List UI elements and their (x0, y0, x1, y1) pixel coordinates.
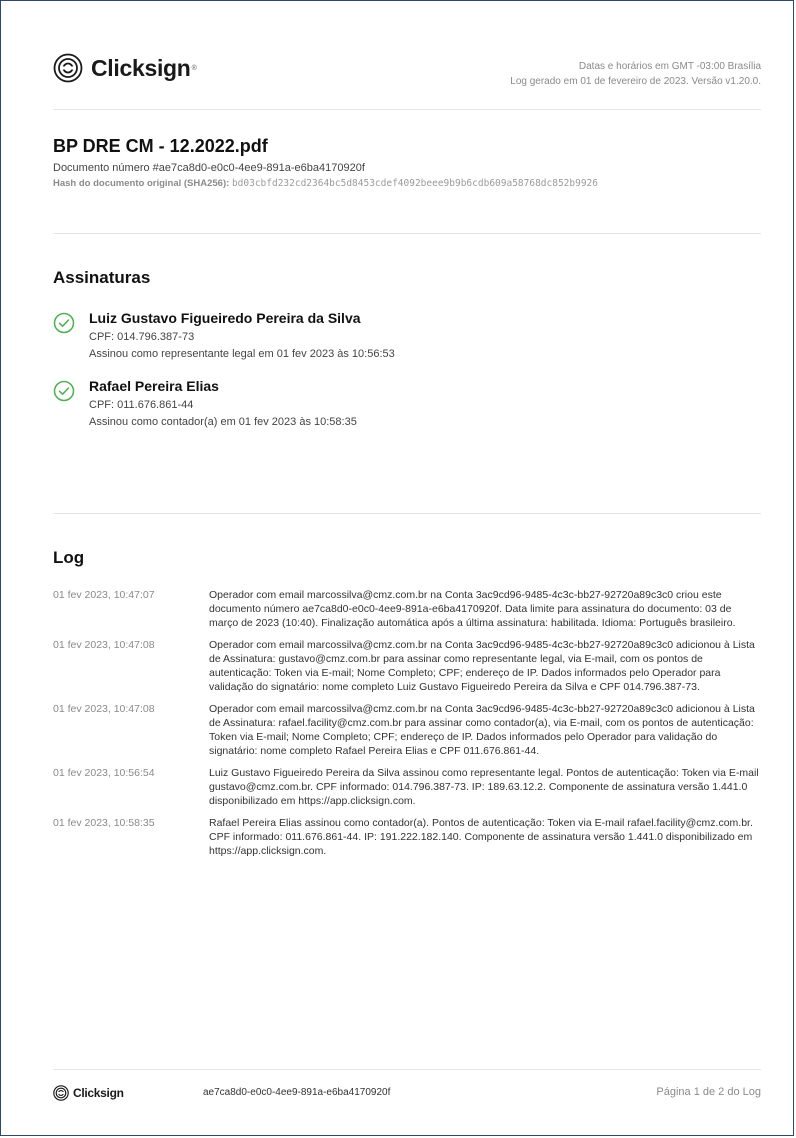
log-description: Operador com email marcossilva@cmz.com.b… (209, 703, 755, 757)
log-entry: 01 fev 2023, 10:47:07 Operador com email… (53, 588, 761, 630)
log-description: Operador com email marcossilva@cmz.com.b… (209, 639, 755, 693)
page-content: Clicksign ® Datas e horários em GMT -03:0… (53, 51, 761, 866)
clicksign-logo-icon (53, 53, 83, 83)
brand-name: Clicksign (91, 54, 191, 81)
check-circle-icon (53, 380, 75, 402)
page-number: Página 1 de 2 do Log (656, 1086, 761, 1098)
log-page: Clicksign ® Datas e horários em GMT -03:0… (0, 0, 794, 1136)
log-section: Log 01 fev 2023, 10:47:07 Operador com e… (53, 514, 761, 858)
document-info: BP DRE CM - 12.2022.pdf Documento número… (53, 110, 761, 234)
signer-signed-info: Assinou como contador(a) em 01 fev 2023 … (89, 416, 357, 428)
signatures-section: Assinaturas Luiz Gustavo Figueiredo Pere… (53, 234, 761, 514)
signer-signed-info: Assinou como representante legal em 01 f… (89, 348, 395, 360)
signer-name: Rafael Pereira Elias (89, 378, 219, 394)
hash-value: bd03cbfd232cd2364bc5d8453cdef4092beee9b9… (231, 178, 598, 189)
log-description: Luiz Gustavo Figueiredo Pereira da Silva… (209, 767, 759, 807)
document-title: BP DRE CM - 12.2022.pdf (53, 136, 268, 156)
footer-brand-name: Clicksign (73, 1086, 124, 1100)
footer-logo: Clicksign (53, 1085, 124, 1101)
signatures-title: Assinaturas (53, 268, 151, 287)
log-entry: 01 fev 2023, 10:56:54 Luiz Gustavo Figue… (53, 766, 761, 808)
log-entry: 01 fev 2023, 10:58:35 Rafael Pereira Eli… (53, 816, 761, 858)
check-circle-icon (53, 312, 75, 334)
footer-document-hash: ae7ca8d0-e0c0-4ee9-891a-e6ba4170920f (203, 1087, 391, 1098)
hash-label: Hash do documento original (SHA256): (53, 178, 230, 189)
header-meta: Datas e horários em GMT -03:00 Brasília … (510, 59, 761, 89)
clicksign-logo-icon (53, 1085, 69, 1101)
signature-item: Rafael Pereira Elias CPF: 011.676.861-44… (53, 378, 761, 428)
log-description: Rafael Pereira Elias assinou como contad… (209, 817, 753, 857)
timezone-note: Datas e horários em GMT -03:00 Brasília (578, 61, 761, 72)
page-footer: Clicksign ae7ca8d0-e0c0-4ee9-891a-e6ba41… (53, 1069, 761, 1110)
signer-cpf: CPF: 011.676.861-44 (89, 399, 194, 411)
signature-item: Luiz Gustavo Figueiredo Pereira da Silva… (53, 310, 761, 360)
trademark-mark: ® (191, 64, 197, 72)
document-hash: Hash do documento original (SHA256): bd0… (53, 178, 761, 189)
log-timestamp: 01 fev 2023, 10:56:54 (53, 767, 155, 779)
page-header: Clicksign ® Datas e horários em GMT -03:0… (53, 51, 761, 110)
log-timestamp: 01 fev 2023, 10:47:08 (53, 639, 155, 651)
clicksign-logo: Clicksign ® (53, 53, 197, 83)
log-description: Operador com email marcossilva@cmz.com.b… (209, 589, 736, 629)
log-title: Log (53, 548, 85, 567)
log-generated-info: Log gerado em 01 de fevereiro de 2023. V… (510, 76, 761, 87)
signer-name: Luiz Gustavo Figueiredo Pereira da Silva (89, 310, 361, 326)
document-number: Documento número #ae7ca8d0-e0c0-4ee9-891… (53, 162, 365, 174)
log-timestamp: 01 fev 2023, 10:47:07 (53, 589, 155, 601)
log-entry: 01 fev 2023, 10:47:08 Operador com email… (53, 702, 761, 758)
log-entry: 01 fev 2023, 10:47:08 Operador com email… (53, 638, 761, 694)
signer-cpf: CPF: 014.796.387-73 (89, 331, 195, 343)
log-timestamp: 01 fev 2023, 10:47:08 (53, 703, 155, 715)
log-timestamp: 01 fev 2023, 10:58:35 (53, 817, 155, 829)
